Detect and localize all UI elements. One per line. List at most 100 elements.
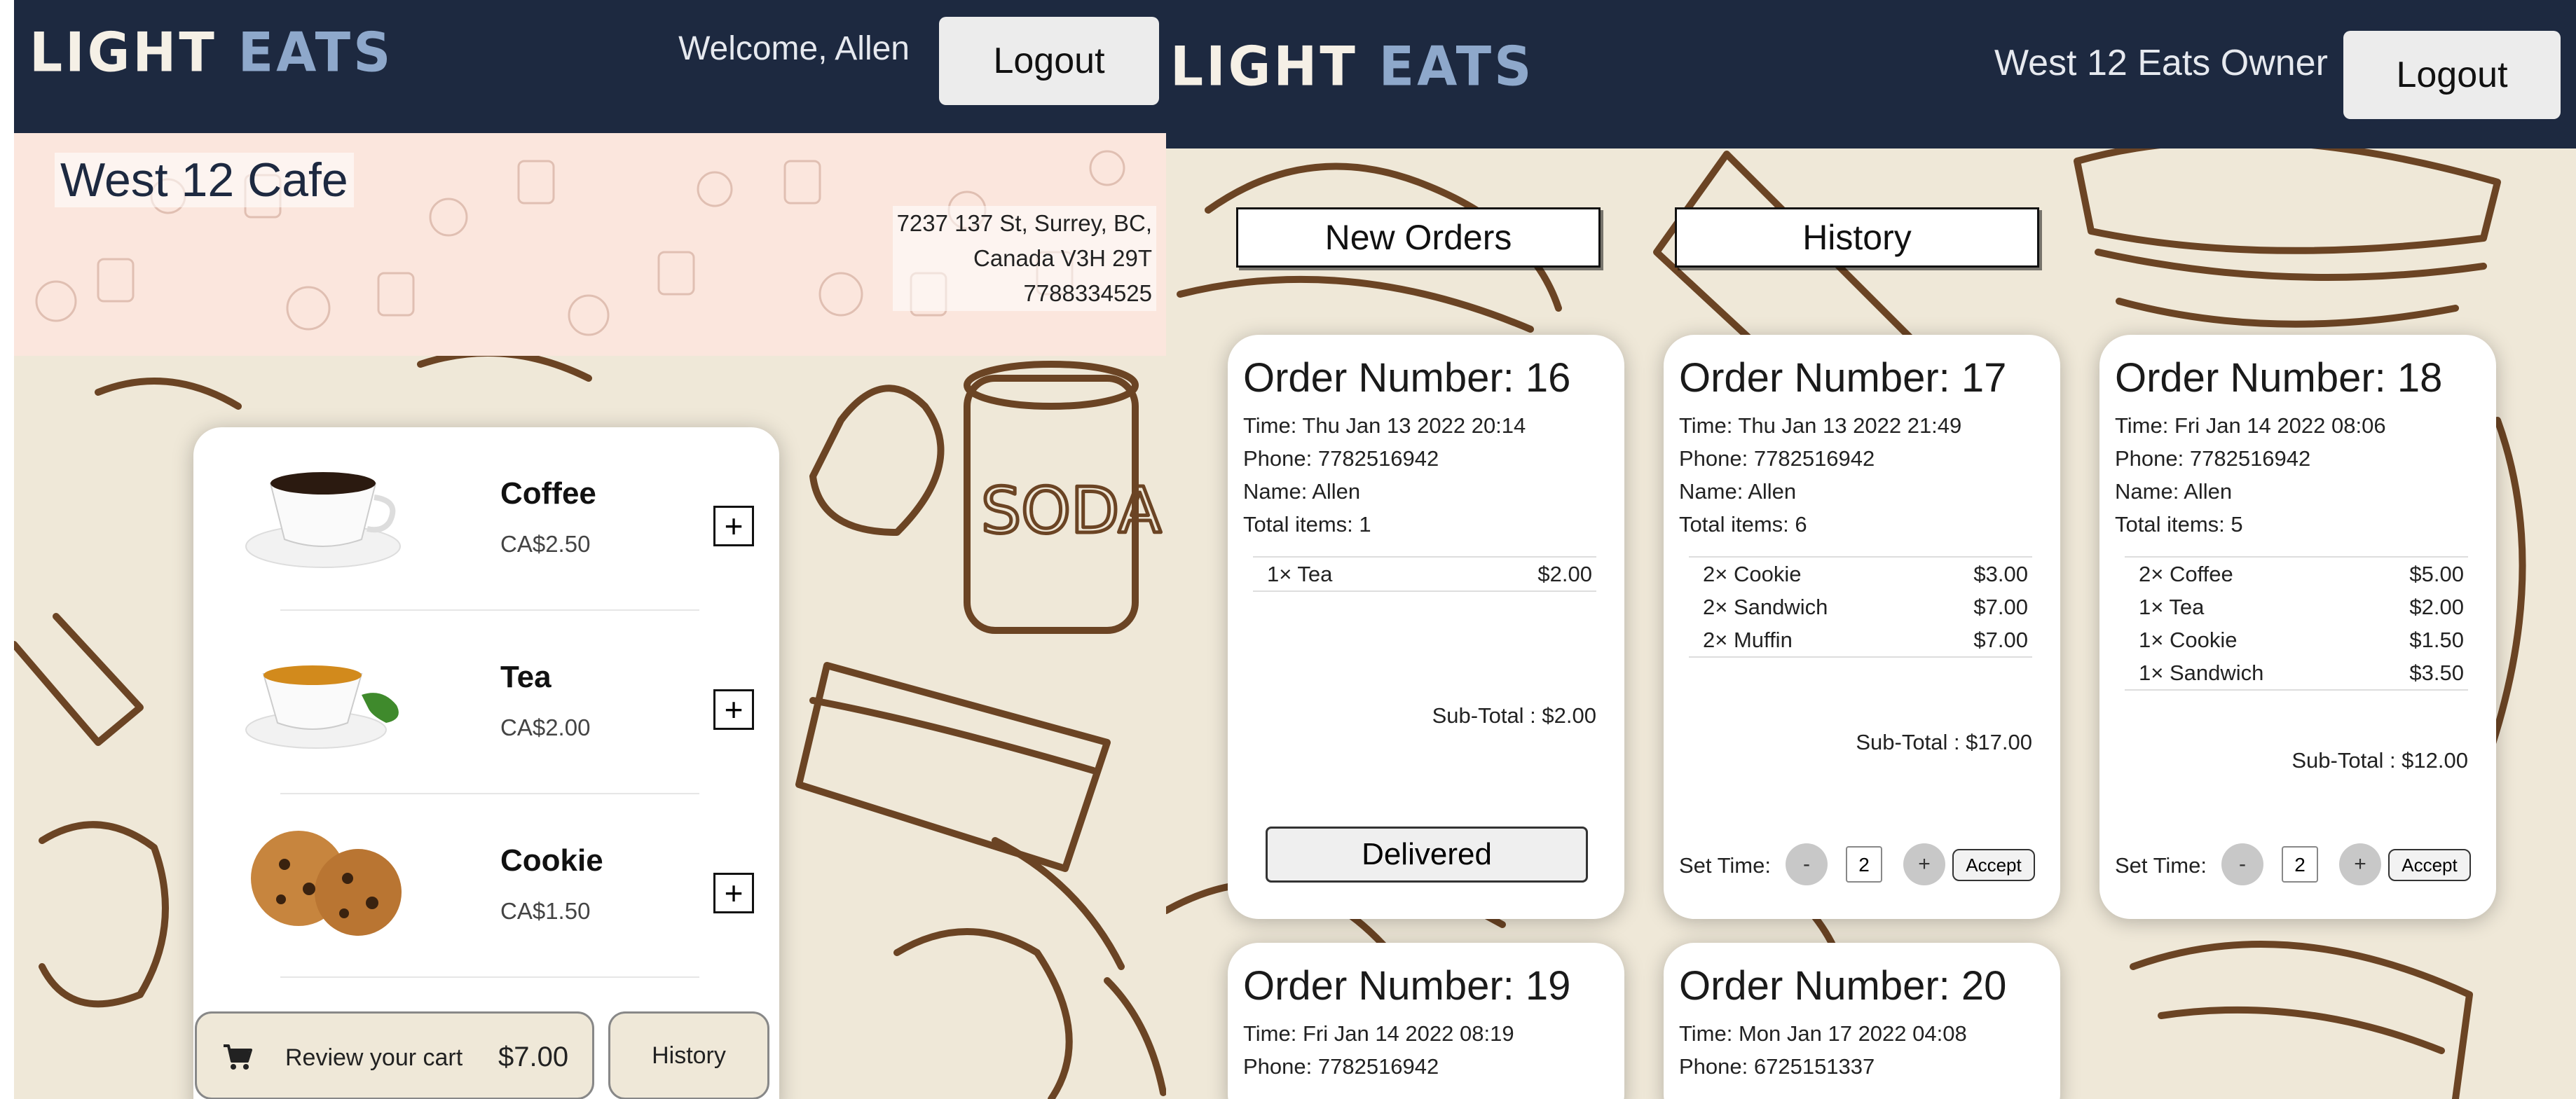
order-time: Time: Thu Jan 13 2022 20:14 xyxy=(1243,413,1526,438)
order-time: Time: Mon Jan 17 2022 04:08 xyxy=(1679,1021,1967,1046)
menu-item-cookie: Cookie CA$1.50 + xyxy=(193,794,779,978)
owner-name: West 12 Eats Owner xyxy=(1994,43,2328,83)
order-number: Order Number: 18 xyxy=(2115,355,2443,401)
cart-total: $7.00 xyxy=(498,1042,569,1072)
order-items-table: 1× Tea $2.00 xyxy=(1253,556,1596,592)
order-phone: Phone: 6725151337 xyxy=(1679,1054,1875,1079)
cafe-phone: 7788334525 xyxy=(1023,280,1152,306)
item-price: $2.00 xyxy=(2409,595,2464,619)
accept-order-button[interactable]: Accept xyxy=(2388,849,2471,881)
time-value-input[interactable]: 2 xyxy=(1846,846,1882,883)
item-quantity-name: 2× Muffin xyxy=(1703,628,1793,652)
order-number: Order Number: 19 xyxy=(1243,963,1571,1009)
order-item-row: 2× Sandwich $7.00 xyxy=(1689,590,2032,623)
logout-button[interactable]: Logout xyxy=(2343,31,2561,119)
decrease-time-button[interactable]: - xyxy=(1786,843,1828,885)
item-quantity-name: 1× Tea xyxy=(1267,562,1333,586)
item-price: $3.00 xyxy=(1973,562,2028,586)
owner-view: LIGHT EATS West 12 Eats Owner Logout New… xyxy=(1166,0,2576,1099)
order-customer-name: Name: Allen xyxy=(2115,479,2233,504)
increase-time-button[interactable]: + xyxy=(1903,843,1945,885)
add-tea-button[interactable]: + xyxy=(713,689,754,730)
customer-view: SODA LIGHT EATS Welcome, Allen Logout We… xyxy=(14,0,1166,1099)
menu-list: Coffee CA$2.50 + Tea CA$2.00 + Cookie CA… xyxy=(193,427,779,1099)
cafe-address-line-2: Canada V3H 29T xyxy=(973,245,1152,271)
item-price: $3.50 xyxy=(2409,661,2464,685)
increase-time-button[interactable]: + xyxy=(2339,843,2381,885)
item-price: $5.00 xyxy=(2409,562,2464,586)
menu-item-name: Tea xyxy=(500,660,551,694)
item-quantity-name: 1× Sandwich xyxy=(2139,661,2264,685)
set-time-controls: Set Time: - 2 + Accept xyxy=(1679,843,2057,885)
order-item-row: 2× Coffee $5.00 xyxy=(2125,558,2468,590)
order-item-row: 1× Cookie $1.50 xyxy=(2125,623,2468,656)
menu-item-coffee: Coffee CA$2.50 + xyxy=(193,427,779,611)
item-price: $2.00 xyxy=(1537,562,1592,586)
menu-item-price: CA$2.50 xyxy=(500,531,591,557)
order-phone: Phone: 7782516942 xyxy=(1679,446,1875,471)
coffee-cup-icon xyxy=(245,472,401,568)
item-divider xyxy=(280,976,699,978)
order-total-items: Total items: 5 xyxy=(2115,512,2243,537)
top-navbar: LIGHT EATS West 12 Eats Owner Logout xyxy=(1166,0,2576,148)
item-quantity-name: 1× Tea xyxy=(2139,595,2205,619)
decrease-time-button[interactable]: - xyxy=(2221,843,2263,885)
order-time: Time: Fri Jan 14 2022 08:19 xyxy=(1243,1021,1514,1046)
order-customer-name: Name: Allen xyxy=(1679,479,1797,504)
menu-item-name: Cookie xyxy=(500,843,603,878)
order-items-table: 2× Coffee $5.00 1× Tea $2.00 1× Cookie $… xyxy=(2125,556,2468,691)
order-customer-name: Name: Allen xyxy=(1243,479,1361,504)
order-subtotal: Sub-Total : $2.00 xyxy=(1432,703,1596,728)
logo-word-light: LIGHT xyxy=(1170,34,1358,99)
light-eats-logo[interactable]: LIGHT EATS xyxy=(29,25,393,80)
order-items-table: 2× Cookie $3.00 2× Sandwich $7.00 2× Muf… xyxy=(1689,556,2032,658)
menu-item-price: CA$2.00 xyxy=(500,714,591,740)
item-quantity-name: 2× Cookie xyxy=(1703,562,1802,586)
order-card-18: Order Number: 18 Time: Fri Jan 14 2022 0… xyxy=(2099,335,2496,919)
logo-word-light: LIGHT xyxy=(29,20,217,85)
item-quantity-name: 2× Coffee xyxy=(2139,562,2233,586)
order-time: Time: Thu Jan 13 2022 21:49 xyxy=(1679,413,1962,438)
review-cart-button[interactable]: Review your cart $7.00 xyxy=(195,1011,594,1099)
order-card-19: Order Number: 19 Time: Fri Jan 14 2022 0… xyxy=(1228,943,1624,1099)
add-coffee-button[interactable]: + xyxy=(713,506,754,546)
top-navbar: LIGHT EATS Welcome, Allen Logout xyxy=(14,0,1166,133)
set-time-label: Set Time: xyxy=(2115,853,2207,878)
tab-history[interactable]: History xyxy=(1675,207,2039,268)
logo-word-eats: EATS xyxy=(1378,34,1535,99)
svg-text:SODA: SODA xyxy=(981,474,1161,548)
tab-new-orders[interactable]: New Orders xyxy=(1236,207,1601,268)
item-price: $1.50 xyxy=(2409,628,2464,652)
cafe-contact-info: 7237 137 St, Surrey, BC, Canada V3H 29T … xyxy=(892,206,1156,311)
order-item-row: 2× Cookie $3.00 xyxy=(1689,558,2032,590)
cafe-name: West 12 Cafe xyxy=(55,153,354,207)
history-button[interactable]: History xyxy=(608,1011,769,1099)
cart-icon xyxy=(224,1044,252,1070)
order-subtotal: Sub-Total : $17.00 xyxy=(1856,730,2032,754)
order-time: Time: Fri Jan 14 2022 08:06 xyxy=(2115,413,2386,438)
cart-label: Review your cart xyxy=(285,1044,463,1071)
order-card-17: Order Number: 17 Time: Thu Jan 13 2022 2… xyxy=(1664,335,2060,919)
time-value-input[interactable]: 2 xyxy=(2282,846,2318,883)
order-phone: Phone: 7782516942 xyxy=(1243,446,1439,471)
item-quantity-name: 2× Sandwich xyxy=(1703,595,1828,619)
order-number: Order Number: 20 xyxy=(1679,963,2007,1009)
order-number: Order Number: 16 xyxy=(1243,355,1571,401)
order-item-row: 1× Tea $2.00 xyxy=(2125,590,2468,623)
accept-order-button[interactable]: Accept xyxy=(1952,849,2035,881)
menu-item-name: Coffee xyxy=(500,476,596,511)
order-item-row: 1× Sandwich $3.50 xyxy=(2125,656,2468,689)
light-eats-logo[interactable]: LIGHT EATS xyxy=(1170,39,1534,94)
order-total-items: Total items: 1 xyxy=(1243,512,1371,537)
welcome-text: Welcome, Allen xyxy=(678,30,910,67)
delivered-button[interactable]: Delivered xyxy=(1266,827,1588,883)
order-phone: Phone: 7782516942 xyxy=(1243,1054,1439,1079)
cookie-icon xyxy=(251,831,402,936)
set-time-label: Set Time: xyxy=(1679,853,1771,878)
cafe-banner: West 12 Cafe 7237 137 St, Surrey, BC, Ca… xyxy=(14,133,1166,356)
order-subtotal: Sub-Total : $12.00 xyxy=(2291,748,2468,773)
logout-button[interactable]: Logout xyxy=(939,17,1159,105)
add-cookie-button[interactable]: + xyxy=(713,873,754,913)
item-price: $7.00 xyxy=(1973,595,2028,619)
order-item-row: 2× Muffin $7.00 xyxy=(1689,623,2032,656)
